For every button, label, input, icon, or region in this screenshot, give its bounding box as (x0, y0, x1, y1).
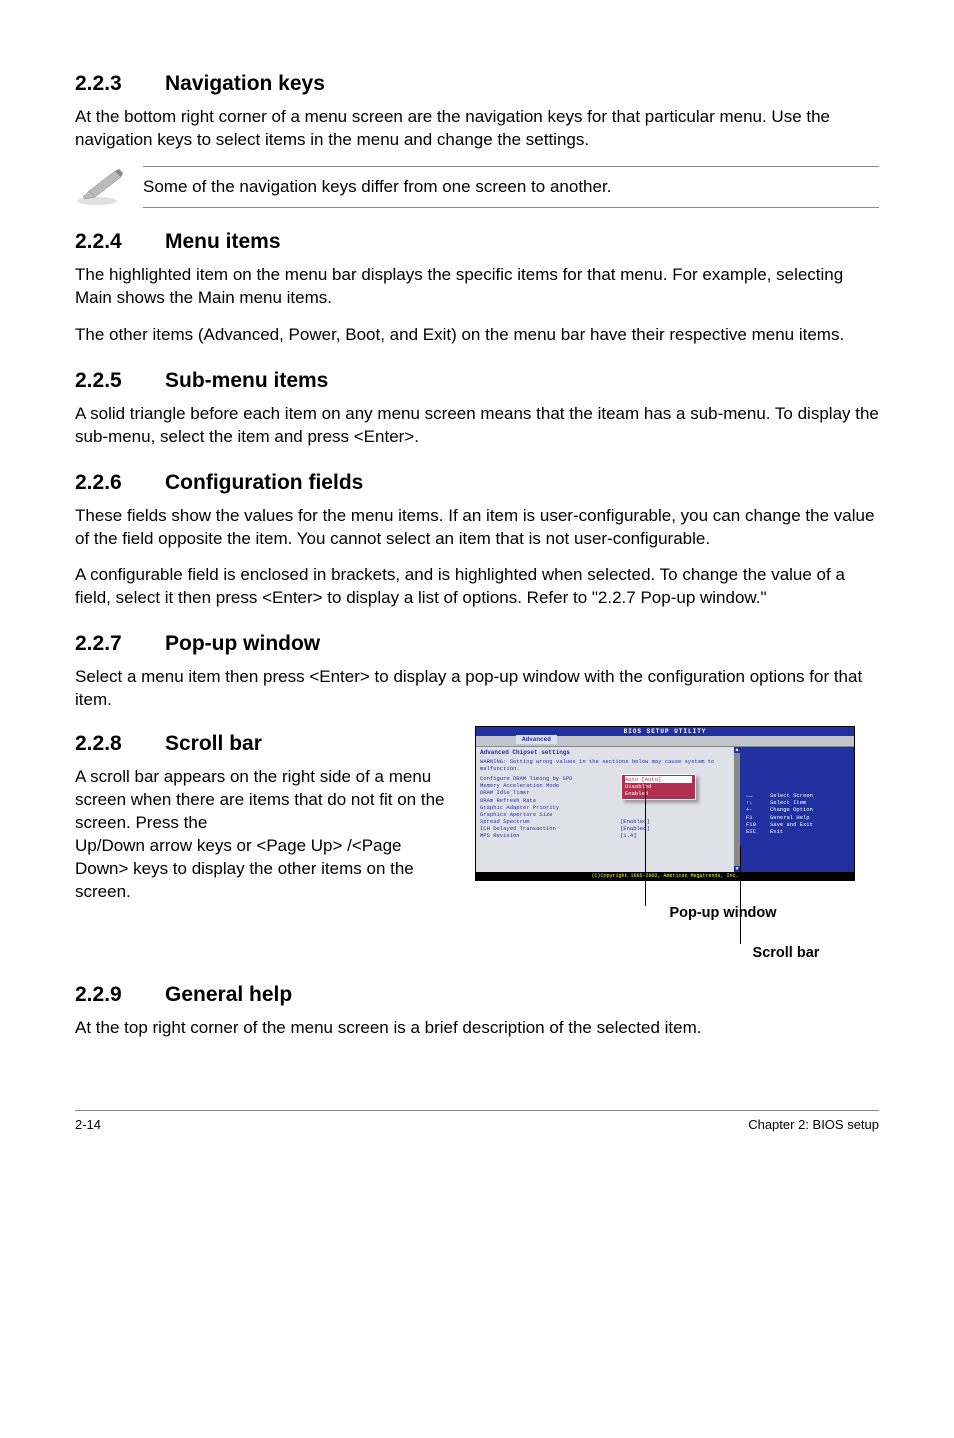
heading-num: 2.2.3 (75, 72, 165, 96)
heading-title: Pop-up window (165, 632, 320, 655)
footer-page-number: 2-14 (75, 1117, 101, 1132)
bios-row: ICH Delayed Transaction[Enabled] (480, 825, 736, 832)
bios-row: Graphics Aperture Size (480, 811, 736, 818)
heading-title: Sub-menu items (165, 369, 328, 392)
bios-row: Graphic Adapter Priority (480, 804, 736, 811)
heading-224: 2.2.4Menu items (75, 230, 879, 254)
heading-num: 2.2.6 (75, 471, 165, 495)
heading-229: 2.2.9General help (75, 983, 879, 1007)
bios-help-panel: ←→Select Screen ↑↓Select Item +-Change O… (740, 747, 854, 872)
callout-line (740, 846, 741, 944)
bios-help-row: ←→Select Screen (746, 792, 850, 799)
popup-option: Auto [Auto] (625, 776, 692, 783)
para-225-1: A solid triangle before each item on any… (75, 403, 879, 449)
bios-help-row: ↑↓Select Item (746, 799, 850, 806)
note-text: Some of the navigation keys differ from … (143, 166, 879, 208)
bios-help-row: ESCExit (746, 828, 850, 835)
callout-line (645, 786, 646, 906)
bios-help-row: F10Save and Exit (746, 821, 850, 828)
heading-225: 2.2.5Sub-menu items (75, 369, 879, 393)
para-228-1: A scroll bar appears on the right side o… (75, 766, 455, 835)
para-226-2: A configurable field is enclosed in brac… (75, 564, 879, 610)
heading-228: 2.2.8Scroll bar (75, 732, 455, 756)
bios-warning: WARNING: Setting wrong values in the sec… (480, 758, 736, 772)
heading-title: Configuration fields (165, 471, 363, 494)
bios-row: DRAM Idle Timer (480, 789, 736, 796)
heading-227: 2.2.7Pop-up window (75, 632, 879, 656)
bios-section-title: Advanced Chipset settings (480, 749, 736, 756)
para-226-1: These fields show the values for the men… (75, 505, 879, 551)
popup-option: Disabled (625, 783, 692, 790)
heading-title: Navigation keys (165, 72, 325, 95)
para-223-1: At the bottom right corner of a menu scr… (75, 106, 879, 152)
footer-chapter: Chapter 2: BIOS setup (748, 1117, 879, 1132)
bios-footer: (C)Copyright 1985-2002, American Megatre… (476, 872, 854, 880)
bios-left-panel: Advanced Chipset settings WARNING: Setti… (476, 747, 740, 872)
heading-num: 2.2.9 (75, 983, 165, 1007)
bios-row: Configure DRAM Timing by SPD[Enabled] (480, 775, 736, 782)
bios-popup: Auto [Auto] Disabled Enabled (621, 774, 696, 799)
bios-row: Spread Spectrum[Enabled] (480, 818, 736, 825)
bios-help-row: F1General Help (746, 814, 850, 821)
para-224-1: The highlighted item on the menu bar dis… (75, 264, 879, 310)
bios-main-area: Advanced Chipset settings WARNING: Setti… (476, 746, 854, 872)
para-229-1: At the top right corner of the menu scre… (75, 1017, 879, 1040)
popup-option: Enabled (625, 790, 692, 797)
heading-title: General help (165, 983, 292, 1006)
heading-226: 2.2.6Configuration fields (75, 471, 879, 495)
heading-num: 2.2.8 (75, 732, 165, 756)
heading-title: Menu items (165, 230, 281, 253)
para-228-1b: Up/Down arrow keys or <Page Up> /<Page D… (75, 835, 455, 904)
bios-tab-row: Advanced (476, 736, 854, 746)
bios-screenshot: BIOS SETUP UTILITY Advanced Advanced Chi… (475, 726, 855, 881)
heading-num: 2.2.4 (75, 230, 165, 254)
heading-title: Scroll bar (165, 732, 262, 755)
callout-popup-label: Pop-up window (567, 905, 879, 921)
page-footer: 2-14 Chapter 2: BIOS setup (75, 1110, 879, 1132)
bios-row: Memory Acceleration Mode[Auto] (480, 782, 736, 789)
heading-223: 2.2.3Navigation keys (75, 72, 879, 96)
note-block: Some of the navigation keys differ from … (75, 166, 879, 208)
bios-row: DRAm Refresh Rate (480, 797, 736, 804)
para-224-2: The other items (Advanced, Power, Boot, … (75, 324, 879, 347)
bios-help-row: +-Change Option (746, 806, 850, 813)
bios-tab-advanced: Advanced (516, 735, 557, 744)
bios-row: MPS Revision[1.4] (480, 832, 736, 839)
callout-scrollbar-label: Scroll bar (693, 945, 879, 961)
para-227-1: Select a menu item then press <Enter> to… (75, 666, 879, 712)
heading-num: 2.2.5 (75, 369, 165, 393)
heading-num: 2.2.7 (75, 632, 165, 656)
pencil-note-icon (75, 167, 125, 207)
